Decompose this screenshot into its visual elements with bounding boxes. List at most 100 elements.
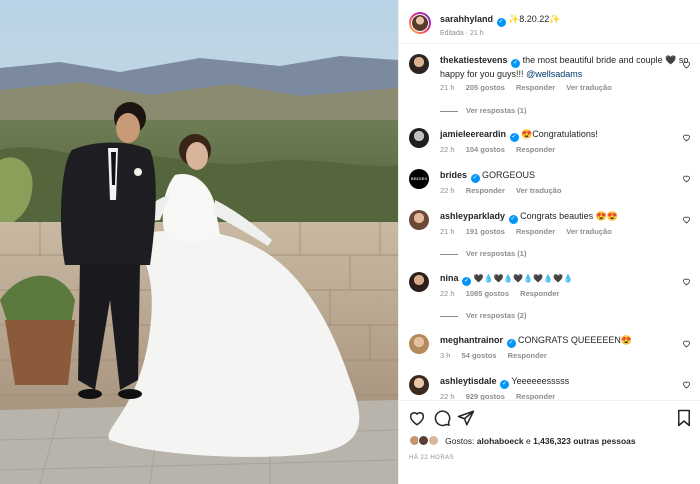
comment-text: nina ✓ 🖤💧🖤💧🖤💧🖤💧🖤💧 xyxy=(440,272,672,286)
view-replies-button[interactable]: Ver respostas (1) xyxy=(440,106,526,115)
comment-body: Yeeeeeesssss xyxy=(511,376,570,386)
comment-meta: 3 h 54 gostos Responder xyxy=(440,351,547,360)
comment-meta: 21 h 191 gostos Responder Ver tradução xyxy=(440,227,612,236)
translate-button[interactable]: Ver tradução xyxy=(516,186,561,195)
commenter-avatar[interactable] xyxy=(409,128,429,148)
like-comment-heart-icon[interactable] xyxy=(682,380,691,389)
comment-body: GORGEOUS xyxy=(482,170,536,180)
comment-meta: 22 h 1085 gostos Responder xyxy=(440,289,559,298)
reply-button[interactable]: Responder xyxy=(516,145,555,154)
comment-text: brides ✓ GORGEOUS xyxy=(440,169,672,183)
post-side-panel: sarahhyland ✓ ✨8.20.22✨ Editada · 21 h t… xyxy=(398,0,700,484)
wedding-photo-image xyxy=(0,0,398,484)
post-date: HÁ 22 HORAS xyxy=(409,455,455,461)
commenter-avatar[interactable] xyxy=(409,334,429,354)
like-comment-heart-icon[interactable] xyxy=(682,339,691,348)
comment-username[interactable]: brides xyxy=(440,170,467,180)
commenter-avatar[interactable] xyxy=(409,210,429,230)
verified-badge-icon: ✓ xyxy=(500,380,510,389)
reply-button[interactable]: Responder xyxy=(466,186,505,195)
comment-time: 22 h xyxy=(440,145,455,154)
reply-button[interactable]: Responder xyxy=(516,83,555,92)
comment-meta: 21 h 205 gostos Responder Ver tradução xyxy=(440,83,612,92)
reply-button[interactable]: Responder xyxy=(516,227,555,236)
liker-username[interactable]: alohaboeck xyxy=(477,436,524,446)
commenter-avatar[interactable]: BRIDES xyxy=(409,169,429,189)
post-caption: ✨8.20.22✨ xyxy=(508,14,561,24)
share-icon[interactable] xyxy=(457,409,475,427)
comment-time: 22 h xyxy=(440,186,455,195)
view-replies-button[interactable]: Ver respostas (1) xyxy=(440,249,526,258)
post-actions-bar: Gostos: alohaboeck e 1,436,323 outras pe… xyxy=(399,400,700,484)
comment-username[interactable]: nina xyxy=(440,273,459,283)
author-avatar[interactable] xyxy=(409,12,431,34)
reply-button[interactable]: Responder xyxy=(516,392,555,400)
comment-likes[interactable]: 104 gostos xyxy=(466,145,505,154)
comment-text: meghantrainor ✓ CONGRATS QUEEEEEN😍 xyxy=(440,334,672,348)
comment-username[interactable]: ashleytisdale xyxy=(440,376,497,386)
comment-likes[interactable]: 929 gostos xyxy=(466,392,505,400)
comment-likes[interactable]: 191 gostos xyxy=(466,227,505,236)
comment-text: thekatiestevens ✓ the most beautiful bri… xyxy=(440,54,688,80)
replies-divider xyxy=(440,110,458,112)
comment-text: jamieleereardin ✓ 😍Congratulations! xyxy=(440,128,672,142)
comment-time: 21 h xyxy=(440,83,455,92)
comments-list[interactable]: thekatiestevens ✓ the most beautiful bri… xyxy=(399,44,700,400)
comment-body: Congrats beauties 😍😍 xyxy=(520,211,619,221)
heart-icon[interactable] xyxy=(408,409,426,427)
like-comment-heart-icon[interactable] xyxy=(682,174,691,183)
verified-badge-icon: ✓ xyxy=(508,215,518,224)
like-comment-heart-icon[interactable] xyxy=(682,215,691,224)
comment-likes[interactable]: 205 gostos xyxy=(466,83,505,92)
likes-text: Gostos: alohaboeck e 1,436,323 outras pe… xyxy=(445,435,636,446)
comment-icon[interactable] xyxy=(433,409,451,427)
translate-button[interactable]: Ver tradução xyxy=(566,227,611,236)
likes-count[interactable]: 1,436,323 outras pessoas xyxy=(533,436,636,446)
comment-username[interactable]: thekatiestevens xyxy=(440,55,508,65)
comment-body-line2: happy for you guys!!! xyxy=(440,69,524,79)
view-replies-button[interactable]: Ver respostas (2) xyxy=(440,311,526,320)
post-header: sarahhyland ✓ ✨8.20.22✨ Editada · 21 h xyxy=(399,0,700,44)
comment-body: CONGRATS QUEEEEEN😍 xyxy=(518,335,633,345)
comment-text: ashleytisdale ✓ Yeeeeeesssss xyxy=(440,375,672,389)
likes-summary[interactable]: Gostos: alohaboeck e 1,436,323 outras pe… xyxy=(409,435,636,451)
comment-username[interactable]: jamieleereardin xyxy=(440,129,506,139)
replies-divider xyxy=(440,315,458,317)
comment-time: 22 h xyxy=(440,289,455,298)
liker-avatar xyxy=(427,435,439,447)
like-comment-heart-icon[interactable] xyxy=(682,277,691,286)
comment-time: 22 h xyxy=(440,392,455,400)
comment-username[interactable]: ashleyparklady xyxy=(440,211,505,221)
commenter-avatar[interactable] xyxy=(409,375,429,395)
post-photo[interactable] xyxy=(0,0,398,484)
comment-time: 21 h xyxy=(440,227,455,236)
reply-button[interactable]: Responder xyxy=(508,351,547,360)
comment-body: the most beautiful bride and couple 🖤 so xyxy=(522,55,689,65)
reply-button[interactable]: Responder xyxy=(520,289,559,298)
comment-likes[interactable]: 54 gostos xyxy=(462,351,497,360)
post-caption-line: sarahhyland ✓ ✨8.20.22✨ xyxy=(440,14,561,27)
bookmark-icon[interactable] xyxy=(675,409,693,427)
verified-badge-icon: ✓ xyxy=(511,59,521,68)
author-username[interactable]: sarahhyland xyxy=(440,14,493,24)
comment-meta: 22 h 929 gostos Responder xyxy=(440,392,555,400)
like-comment-heart-icon[interactable] xyxy=(682,60,691,69)
comment-body: 😍Congratulations! xyxy=(521,129,598,139)
verified-badge-icon: ✓ xyxy=(496,18,506,27)
commenter-avatar[interactable] xyxy=(409,272,429,292)
translate-button[interactable]: Ver tradução xyxy=(566,83,611,92)
verified-badge-icon: ✓ xyxy=(506,339,516,348)
comment-time: 3 h xyxy=(440,351,451,360)
commenter-avatar[interactable] xyxy=(409,54,429,74)
comment-meta: 22 h 104 gostos Responder xyxy=(440,145,555,154)
replies-divider xyxy=(440,253,458,255)
verified-badge-icon: ✓ xyxy=(509,133,519,142)
comment-likes[interactable]: 1085 gostos xyxy=(466,289,509,298)
instagram-post-view: sarahhyland ✓ ✨8.20.22✨ Editada · 21 h t… xyxy=(0,0,700,484)
post-edited-time: Editada · 21 h xyxy=(440,30,484,37)
like-comment-heart-icon[interactable] xyxy=(682,133,691,142)
comment-username[interactable]: meghantrainor xyxy=(440,335,503,345)
verified-badge-icon: ✓ xyxy=(470,174,480,183)
comment-mention-link[interactable]: @wellsadams xyxy=(526,69,582,79)
comment-meta: 22 h Responder Ver tradução xyxy=(440,186,561,195)
